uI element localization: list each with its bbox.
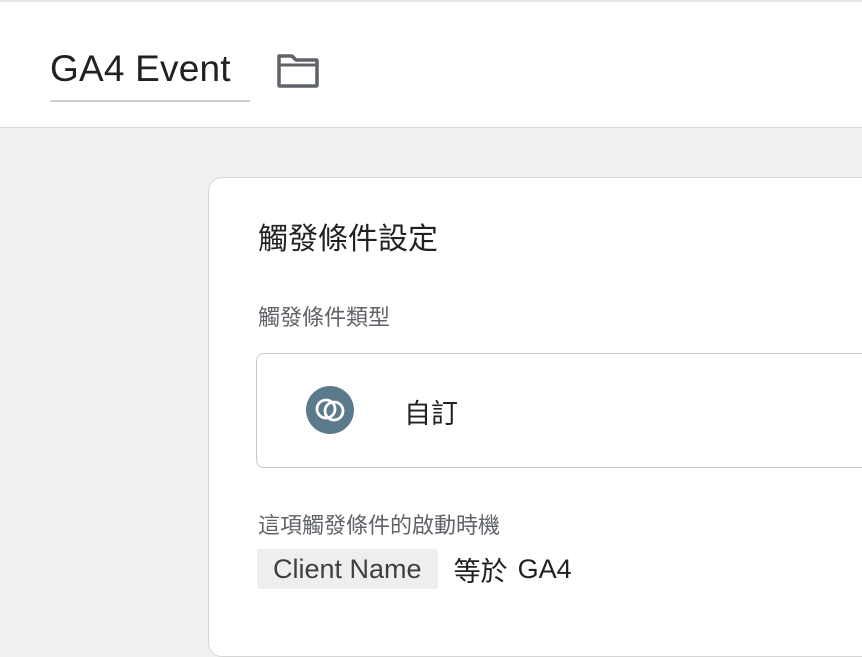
trigger-type-name: 自訂	[404, 399, 458, 429]
condition-operator: 等於	[453, 556, 508, 587]
trigger-type-selector[interactable]: 自訂	[256, 353, 862, 468]
trigger-header: GA4 Event	[0, 0, 862, 128]
trigger-configuration-card[interactable]: 觸發條件設定 觸發條件類型 自訂 這項觸發條件的啟動時機 Client Name…	[208, 177, 862, 657]
folder-icon[interactable]	[276, 52, 320, 88]
trigger-type-label: 觸發條件類型	[258, 305, 391, 330]
custom-event-icon	[306, 386, 354, 434]
trigger-name-text[interactable]: GA4 Event	[50, 48, 231, 90]
trigger-condition: Client Name 等於 GA4	[257, 549, 572, 589]
trigger-name-field[interactable]: GA4 Event	[50, 44, 250, 102]
card-title: 觸發條件設定	[258, 223, 438, 256]
condition-variable-chip: Client Name	[257, 549, 438, 589]
condition-value: GA4	[517, 553, 572, 584]
fires-on-label: 這項觸發條件的啟動時機	[258, 513, 501, 538]
